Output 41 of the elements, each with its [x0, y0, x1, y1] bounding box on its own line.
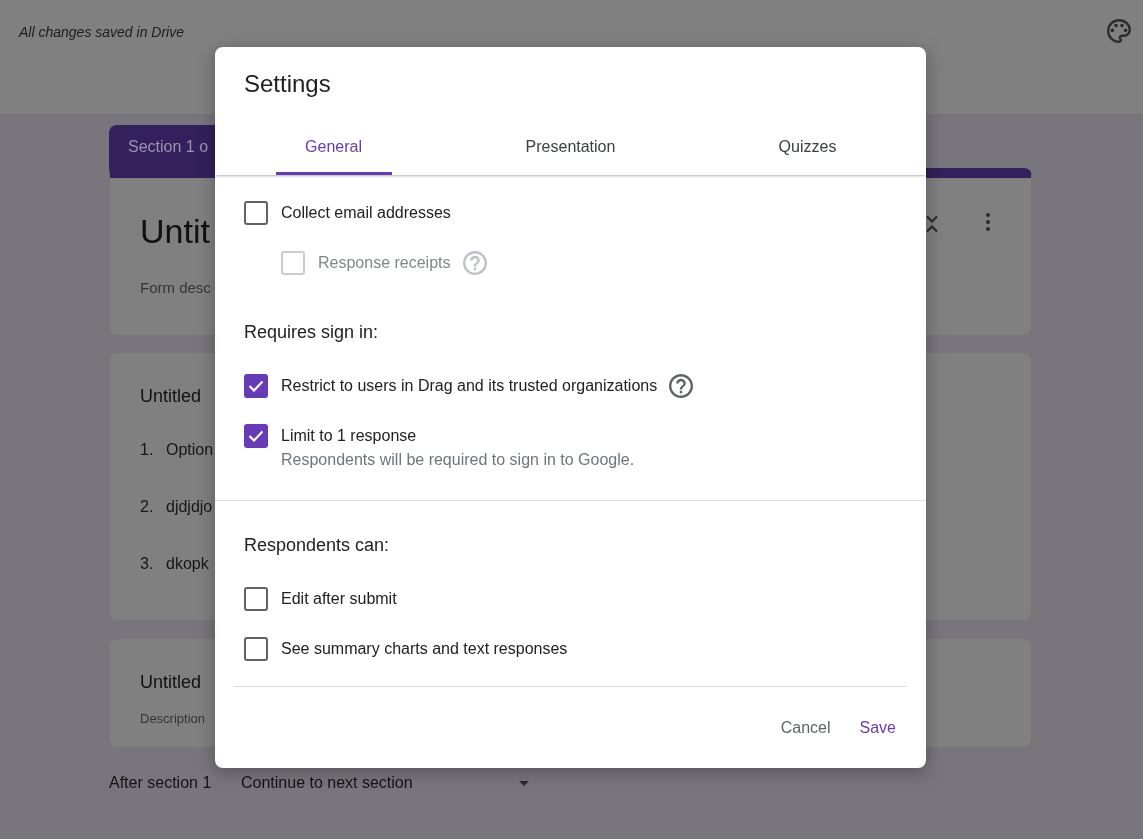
- chevrons-icon[interactable]: [926, 215, 938, 233]
- option-label: Limit to 1 response: [281, 426, 417, 446]
- option-label: djdjdjo: [166, 497, 213, 517]
- description-field[interactable]: Description: [140, 710, 212, 728]
- section-dropdown[interactable]: Continue to next section: [241, 772, 535, 794]
- question-title: Untitled: [140, 385, 202, 408]
- tab[interactable]: General: [275, 119, 392, 175]
- caret-icon: [519, 780, 529, 786]
- description-field[interactable]: Form desc: [140, 278, 214, 298]
- help-icon[interactable]: [669, 374, 694, 398]
- option-label: Collect email addresses: [281, 203, 451, 223]
- option-label: Edit after submit: [281, 589, 397, 609]
- option-label: Response receipts: [318, 253, 451, 273]
- group-heading: Requires sign in:: [244, 321, 379, 344]
- checkbox[interactable]: [244, 374, 268, 398]
- option-description: Respondents will be required to sign in to Google.: [281, 450, 635, 470]
- option-number: 3.: [140, 554, 155, 574]
- palette-icon[interactable]: [1107, 19, 1131, 43]
- option-label: Option: [166, 440, 214, 460]
- checkbox[interactable]: [244, 424, 268, 448]
- dialog-title: Settings: [244, 69, 331, 99]
- group-heading: Respondents can:: [244, 534, 390, 557]
- save-status: All changes saved in Drive: [19, 23, 184, 42]
- check-icon: [248, 380, 264, 392]
- save-button[interactable]: Save: [847, 710, 908, 745]
- option-label: See summary charts and text responses: [281, 639, 568, 659]
- tab[interactable]: Presentation: [512, 119, 629, 175]
- checkbox[interactable]: [244, 637, 268, 661]
- text-title: Untitled: [140, 671, 202, 694]
- checkbox[interactable]: [244, 587, 268, 611]
- tab[interactable]: Quizzes: [749, 119, 866, 175]
- check-icon: [248, 430, 264, 442]
- option-label: Restrict to users in Drag and its trusted organizations: [281, 376, 658, 396]
- after-section-label: After section 1: [109, 773, 213, 793]
- option-number: 2.: [140, 497, 155, 517]
- checkbox[interactable]: [244, 201, 268, 225]
- option-label: dkopk: [166, 554, 209, 574]
- form-title: Untit: [140, 211, 210, 252]
- cancel-button[interactable]: Cancel: [768, 710, 843, 745]
- option-number: 1.: [140, 440, 155, 460]
- more-menu-icon[interactable]: [986, 213, 990, 231]
